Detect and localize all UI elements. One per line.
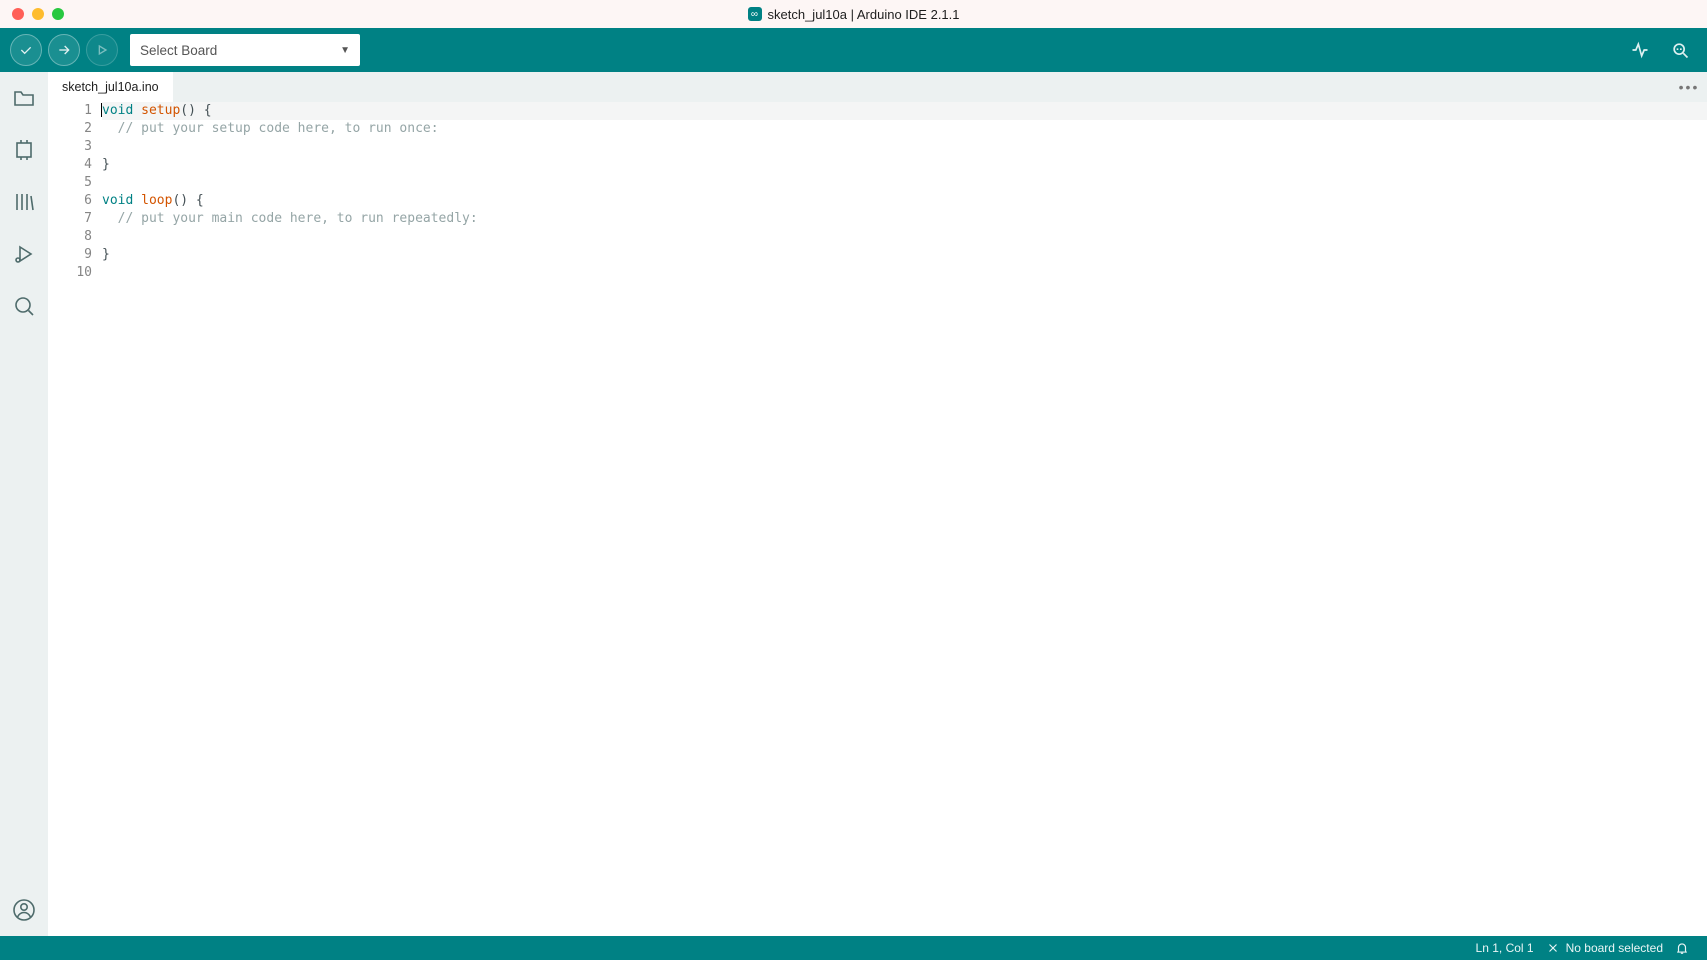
maximize-window-button[interactable] xyxy=(52,8,64,20)
window-title: ∞ sketch_jul10a | Arduino IDE 2.1.1 xyxy=(748,7,960,22)
folder-icon xyxy=(12,86,36,110)
board-icon xyxy=(12,138,36,162)
editor-area: sketch_jul10a.ino ••• 12345678910 void s… xyxy=(48,72,1707,936)
bell-icon xyxy=(1675,941,1689,955)
upload-button[interactable] xyxy=(48,34,80,66)
close-x-icon xyxy=(1546,941,1560,955)
toolbar: Select Board ▼ xyxy=(0,28,1707,72)
editor-tab-label: sketch_jul10a.ino xyxy=(62,80,159,94)
main-body: sketch_jul10a.ino ••• 12345678910 void s… xyxy=(0,72,1707,936)
arduino-app-icon: ∞ xyxy=(748,7,762,21)
editor-tab[interactable]: sketch_jul10a.ino xyxy=(48,72,174,102)
check-icon xyxy=(18,42,34,58)
line-number-gutter: 12345678910 xyxy=(48,102,102,936)
code-text[interactable]: void setup() { // put your setup code he… xyxy=(102,102,1707,936)
cursor-position-text: Ln 1, Col 1 xyxy=(1476,941,1534,955)
titlebar: ∞ sketch_jul10a | Arduino IDE 2.1.1 xyxy=(0,0,1707,28)
account-button[interactable] xyxy=(10,896,38,924)
play-bug-icon xyxy=(94,42,110,58)
search-button[interactable] xyxy=(10,292,38,320)
close-window-button[interactable] xyxy=(12,8,24,20)
debug-run-icon xyxy=(12,242,36,266)
boards-manager-button[interactable] xyxy=(10,136,38,164)
search-icon xyxy=(12,294,36,318)
tab-overflow-button[interactable]: ••• xyxy=(1671,72,1707,102)
serial-plotter-button[interactable] xyxy=(1623,33,1657,67)
debug-panel-button[interactable] xyxy=(10,240,38,268)
tab-bar: sketch_jul10a.ino ••• xyxy=(48,72,1707,102)
window-controls xyxy=(12,8,64,20)
board-selector[interactable]: Select Board ▼ xyxy=(130,34,360,66)
serial-monitor-button[interactable] xyxy=(1663,33,1697,67)
board-selector-label: Select Board xyxy=(140,43,217,58)
window-title-text: sketch_jul10a | Arduino IDE 2.1.1 xyxy=(768,7,960,22)
pulse-icon xyxy=(1630,40,1650,60)
magnifier-icon xyxy=(1670,40,1690,60)
user-icon xyxy=(12,898,36,922)
minimize-window-button[interactable] xyxy=(32,8,44,20)
status-bar: Ln 1, Col 1 No board selected xyxy=(0,936,1707,960)
debug-button[interactable] xyxy=(86,34,118,66)
arrow-right-icon xyxy=(56,42,72,58)
sketchbook-button[interactable] xyxy=(10,84,38,112)
verify-button[interactable] xyxy=(10,34,42,66)
activity-bar xyxy=(0,72,48,936)
notifications-button[interactable] xyxy=(1669,941,1695,955)
ellipsis-icon: ••• xyxy=(1679,79,1700,95)
board-status-text: No board selected xyxy=(1566,941,1663,955)
cursor-position[interactable]: Ln 1, Col 1 xyxy=(1470,941,1540,955)
library-manager-button[interactable] xyxy=(10,188,38,216)
board-status[interactable]: No board selected xyxy=(1540,941,1669,955)
chevron-down-icon: ▼ xyxy=(340,45,350,56)
code-editor[interactable]: 12345678910 void setup() { // put your s… xyxy=(48,102,1707,936)
library-icon xyxy=(12,190,36,214)
